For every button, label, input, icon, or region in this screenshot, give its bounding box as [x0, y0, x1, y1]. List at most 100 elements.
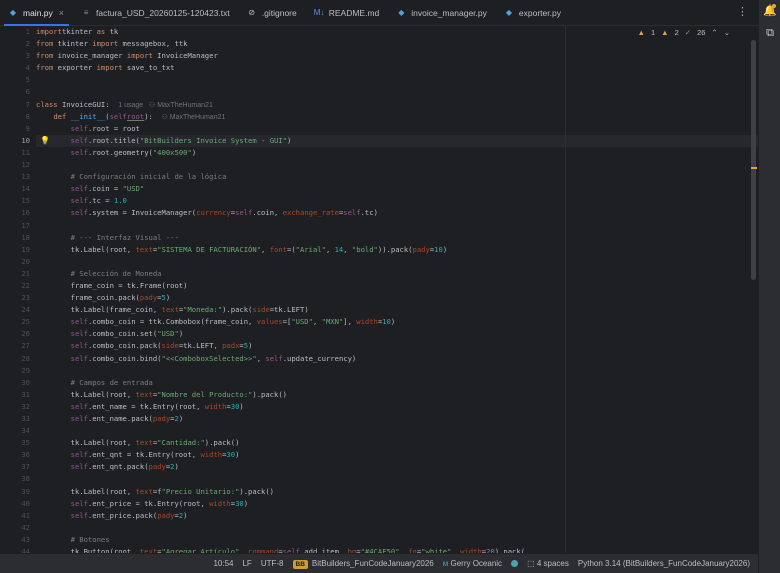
tab-exporter-py[interactable]: ◆ exporter.py	[496, 0, 570, 25]
code-line[interactable]: from invoice_manager import InvoiceManag…	[36, 50, 758, 62]
caret-position[interactable]: 10:54	[213, 559, 233, 568]
code-line[interactable]: # Campos de entrada	[36, 377, 758, 389]
line-number[interactable]: 21	[0, 268, 36, 280]
line-number[interactable]: 6	[0, 86, 36, 98]
code-line[interactable]: tk.Label(root, text="Nombre del Producto…	[36, 389, 758, 401]
chevron-down-icon[interactable]: ⌄	[724, 28, 730, 37]
tab--gitignore[interactable]: ⊘ .gitignore	[239, 0, 306, 25]
line-number[interactable]: 17	[0, 220, 36, 232]
code-line[interactable]	[36, 425, 758, 437]
line-number[interactable]: 25	[0, 316, 36, 328]
line-number[interactable]: 9	[0, 123, 36, 135]
line-number[interactable]: 44	[0, 546, 36, 553]
tab-factura-usd-20260125-120423-txt[interactable]: ≡ factura_USD_20260125-120423.txt	[73, 0, 239, 25]
line-number[interactable]: 38	[0, 473, 36, 485]
indent-setting[interactable]: ⬚ 4 spaces	[527, 559, 569, 568]
code-line[interactable]: self.ent_qnt.pack(pady=2)	[36, 461, 758, 473]
line-number[interactable]: 27	[0, 340, 36, 352]
line-number[interactable]: 41	[0, 510, 36, 522]
code-line[interactable]: self.ent_price = tk.Entry(root, width=30…	[36, 498, 758, 510]
code-line[interactable]: self.combo_coin.bind("<<ComboboxSelected…	[36, 353, 758, 365]
code-line[interactable]: self.root = root	[36, 123, 758, 135]
code-line[interactable]: self.root.geometry("400x500")	[36, 147, 758, 159]
close-icon[interactable]: ×	[59, 8, 64, 18]
notifications-bell-icon[interactable]: 🔔	[759, 0, 780, 22]
status-dot-icon[interactable]	[511, 559, 519, 568]
line-number[interactable]: 3	[0, 50, 36, 62]
line-number[interactable]: 42	[0, 522, 36, 534]
line-number[interactable]: 39	[0, 486, 36, 498]
code-line[interactable]: class InvoiceGUI: 1 usage ⚇ MaxTheHuman2…	[36, 99, 758, 111]
line-number[interactable]: 30	[0, 377, 36, 389]
line-number[interactable]: 32	[0, 401, 36, 413]
code-line[interactable]: tk.Label(frame_coin, text="Moneda:").pac…	[36, 304, 758, 316]
warning-stripe-marker[interactable]	[751, 167, 757, 169]
code-line[interactable]: self.ent_price.pack(pady=2)	[36, 510, 758, 522]
code-line[interactable]: self.system = InvoiceManager(currency=se…	[36, 207, 758, 219]
line-number[interactable]: 29	[0, 365, 36, 377]
code-line[interactable]: tk.Button(root, text="Agregar Artículo",…	[36, 546, 758, 553]
lightbulb-icon[interactable]: 💡	[40, 135, 50, 147]
code-line[interactable]: self.combo_coin = ttk.Combobox(frame_coi…	[36, 316, 758, 328]
file-encoding[interactable]: UTF-8	[261, 559, 284, 568]
code-line[interactable]: self.combo_coin.set("USD")	[36, 328, 758, 340]
code-line[interactable]: frame_coin = tk.Frame(root)	[36, 280, 758, 292]
line-number[interactable]: 11	[0, 147, 36, 159]
line-number[interactable]: 1	[0, 26, 36, 38]
line-number[interactable]: 7	[0, 99, 36, 111]
python-interpreter[interactable]: Python 3.14 (BitBuilders_FunCodeJanuary2…	[578, 559, 750, 568]
project-selector[interactable]: BB BitBuilders_FunCodeJanuary2026	[292, 559, 434, 569]
theme-indicator[interactable]: ᴍ Gerry Oceanic	[443, 559, 502, 568]
code-area[interactable]: importtkinter as tk from tkinter import m…	[36, 26, 758, 553]
line-number[interactable]: 18	[0, 232, 36, 244]
line-number[interactable]: 43	[0, 534, 36, 546]
code-editor[interactable]: 1 2 3 4 5 6 7 8 9 10 11 12 13 14 15 16 17 18 19 20 21 22 23 24 2…	[0, 26, 758, 553]
code-line[interactable]: tk.Label(root, text="SISTEMA DE FACTURAC…	[36, 244, 758, 256]
ai-assistant-icon[interactable]: ⧉	[759, 22, 780, 44]
code-line[interactable]: from tkinter import messagebox, ttk	[36, 38, 758, 50]
code-line[interactable]: self.tc = 1.0	[36, 195, 758, 207]
code-line[interactable]: # Selección de Moneda	[36, 268, 758, 280]
line-number[interactable]: 10	[0, 135, 36, 147]
line-number[interactable]: 2	[0, 38, 36, 50]
line-number[interactable]: 36	[0, 449, 36, 461]
code-line[interactable]: self.ent_name.pack(pady=2)	[36, 413, 758, 425]
line-number[interactable]: 33	[0, 413, 36, 425]
code-line[interactable]: from exporter import save_to_txt	[36, 62, 758, 74]
line-number[interactable]: 26	[0, 328, 36, 340]
code-line[interactable]: tk.Label(root, text="Cantidad:").pack()	[36, 437, 758, 449]
code-line[interactable]	[36, 220, 758, 232]
code-line[interactable]: self.root.title("BitBuilders Invoice Sys…	[36, 134, 758, 147]
line-number[interactable]: 35	[0, 437, 36, 449]
tab-readme-md[interactable]: M↓ README.md	[306, 0, 389, 25]
code-line[interactable]	[36, 256, 758, 268]
code-line[interactable]: self.ent_qnt = tk.Entry(root, width=30)	[36, 449, 758, 461]
more-tabs-icon[interactable]: ⋮	[737, 6, 748, 18]
line-number[interactable]: 40	[0, 498, 36, 510]
code-line[interactable]: tk.Label(root, text=f"Precio Unitario:")…	[36, 486, 758, 498]
code-line[interactable]: # Botones	[36, 534, 758, 546]
line-number[interactable]: 22	[0, 280, 36, 292]
line-number[interactable]: 15	[0, 195, 36, 207]
code-line[interactable]: self.coin = "USD"	[36, 183, 758, 195]
line-number[interactable]: 31	[0, 389, 36, 401]
line-number[interactable]: 14	[0, 183, 36, 195]
code-line[interactable]: # --- Interfaz Visual ---	[36, 232, 758, 244]
code-line[interactable]	[36, 365, 758, 377]
chevron-up-icon[interactable]: ⌃	[711, 28, 717, 37]
line-number[interactable]: 24	[0, 304, 36, 316]
line-number[interactable]: 37	[0, 461, 36, 473]
code-line[interactable]	[36, 522, 758, 534]
code-line[interactable]	[36, 159, 758, 171]
line-number[interactable]: 23	[0, 292, 36, 304]
code-line[interactable]: # Configuración inicial de la lógica	[36, 171, 758, 183]
code-line[interactable]	[36, 86, 758, 98]
tab-main-py[interactable]: ◆ main.py ×	[0, 0, 73, 26]
code-line[interactable]: def __init__(selfroot): ⚇ MaxTheHuman21	[36, 111, 758, 123]
code-line[interactable]: self.ent_name = tk.Entry(root, width=30)	[36, 401, 758, 413]
code-line[interactable]	[36, 74, 758, 86]
line-number[interactable]: 16	[0, 207, 36, 219]
line-number[interactable]: 12	[0, 159, 36, 171]
line-number[interactable]: 13	[0, 171, 36, 183]
line-number[interactable]: 34	[0, 425, 36, 437]
